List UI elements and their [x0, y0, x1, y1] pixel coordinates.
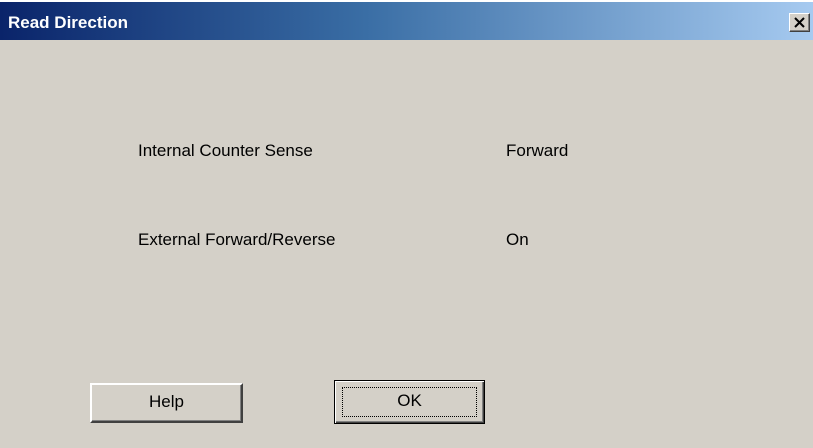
internal-counter-sense-value: Forward [506, 141, 569, 160]
external-forward-reverse-value: On [506, 230, 529, 249]
help-button[interactable]: Help [90, 383, 243, 423]
external-forward-reverse-label: External Forward/Reverse [138, 230, 336, 249]
ok-button[interactable]: OK [334, 380, 485, 424]
title-bar[interactable]: Read Direction [0, 0, 813, 40]
internal-counter-sense-label: Internal Counter Sense [138, 141, 313, 160]
ok-focus-ring: OK [342, 387, 477, 417]
read-direction-dialog: Read Direction Internal Counter Sense Fo… [0, 0, 813, 448]
close-x-icon [794, 17, 805, 28]
close-button[interactable] [789, 13, 810, 32]
window-title: Read Direction [8, 13, 128, 32]
